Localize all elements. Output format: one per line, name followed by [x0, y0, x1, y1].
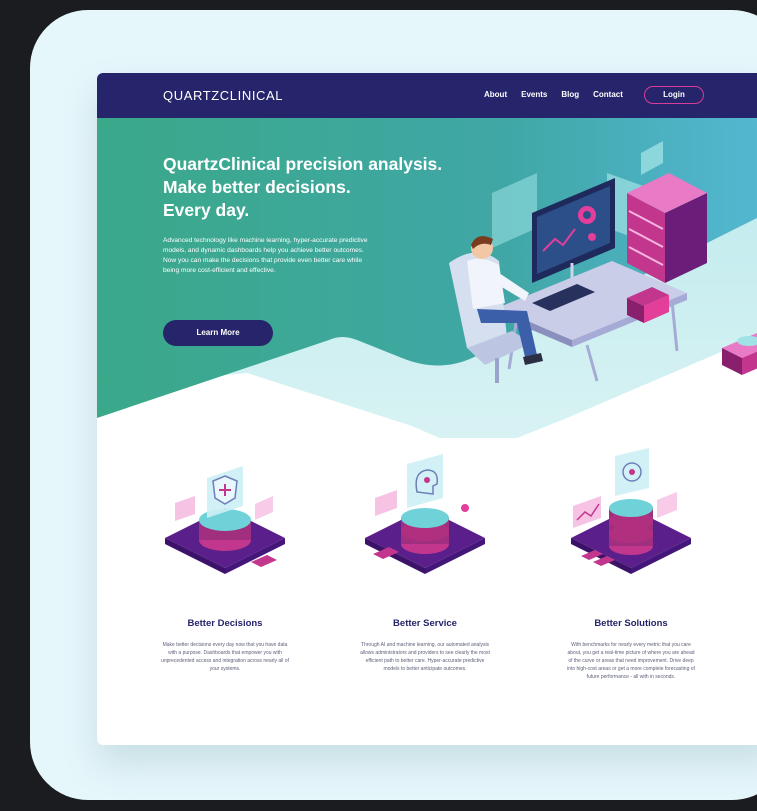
feature-better-solutions: Better Solutions With benchmarks for nea… [556, 448, 706, 681]
feature-description-better-decisions: Make better decisions every day now that… [161, 642, 289, 672]
hero-title-line-1: QuartzClinical precision analysis. [163, 154, 443, 174]
login-button[interactable]: Login [644, 86, 704, 104]
hero-title-line-3: Every day. [163, 200, 250, 220]
website-mockup: QUARTZCLINICAL About Events Blog Contact… [97, 73, 757, 745]
nav-item-about[interactable]: About [484, 90, 507, 99]
feature-title-better-solutions: Better Solutions [594, 618, 668, 629]
nav-menu: About Events Blog Contact [484, 90, 623, 99]
learn-more-button[interactable]: Learn More [163, 320, 273, 346]
feature-description-better-solutions: With benchmarks for nearly every metric … [567, 642, 695, 680]
nav-item-events[interactable]: Events [521, 90, 547, 99]
top-navigation-bar: QUARTZCLINICAL About Events Blog Contact… [97, 73, 757, 118]
target-database-icon [571, 448, 691, 574]
logo[interactable]: QUARTZCLINICAL [163, 88, 283, 103]
feature-description-better-service: Through AI and machine learning, our aut… [360, 642, 490, 672]
brain-database-icon [365, 454, 485, 574]
feature-better-service: Better Service Through AI and machine le… [350, 448, 500, 673]
nav-item-contact[interactable]: Contact [593, 90, 623, 99]
feature-title-better-decisions: Better Decisions [187, 618, 263, 629]
feature-better-decisions: Better Decisions Make better decisions e… [150, 448, 300, 673]
shield-database-icon [165, 466, 285, 574]
hero-illustration [449, 141, 757, 383]
feature-title-better-service: Better Service [393, 618, 457, 629]
hero-description: Advanced technology like machine learnin… [163, 237, 368, 274]
hero-title-line-2: Make better decisions. [163, 177, 351, 197]
nav-item-blog[interactable]: Blog [561, 90, 579, 99]
